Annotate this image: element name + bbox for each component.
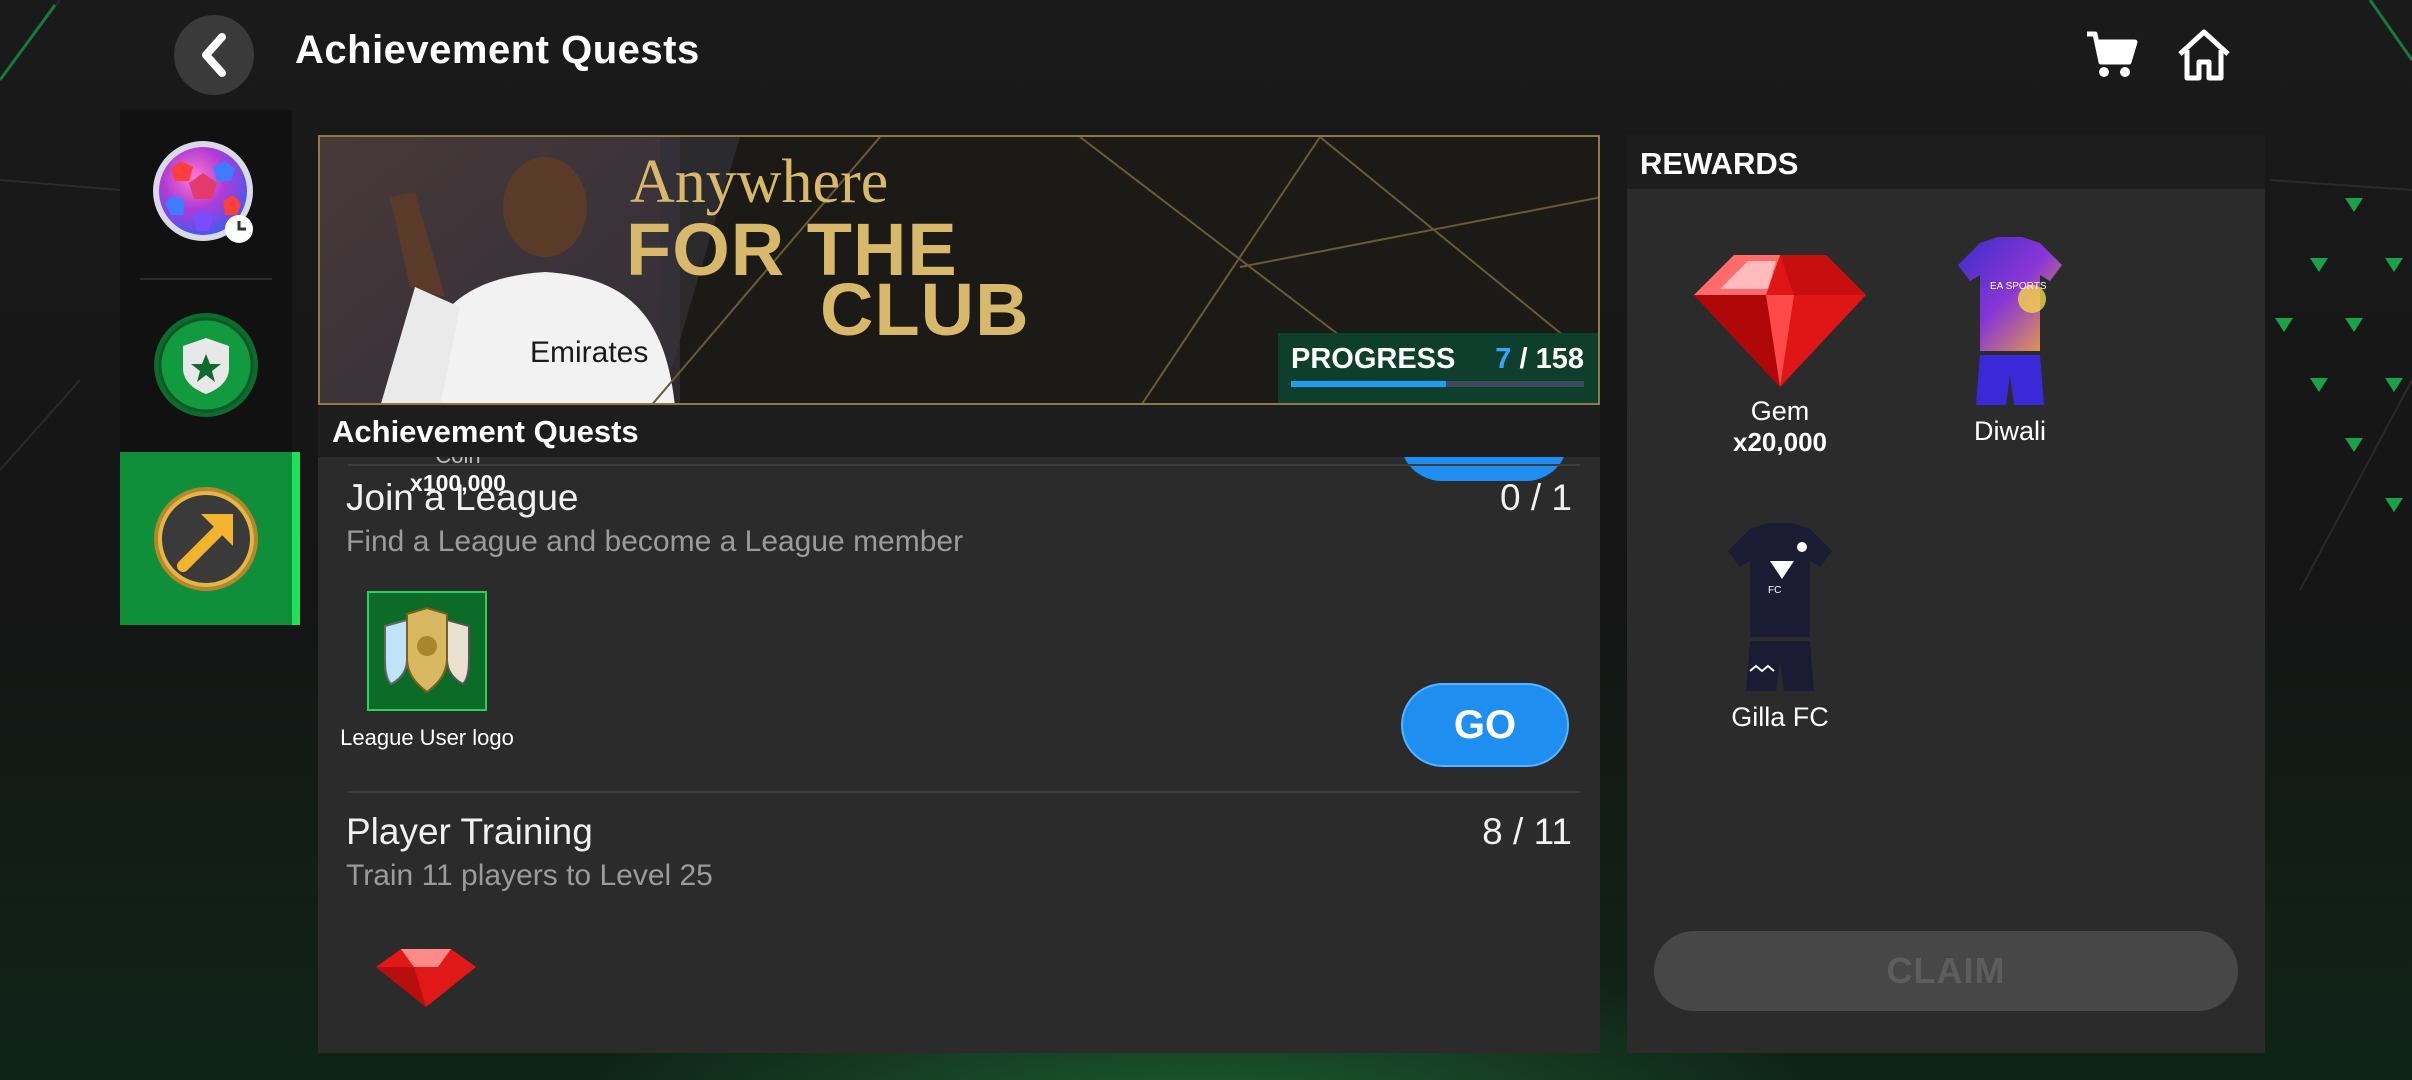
sidebar-active-indicator <box>292 452 300 625</box>
svg-text:EA SPORTS: EA SPORTS <box>1990 281 2047 292</box>
row-divider <box>348 791 1580 793</box>
decor-triangle <box>2345 438 2363 452</box>
gilla-fc-kit-icon: FC <box>1728 523 1832 691</box>
decor-triangle <box>2385 258 2403 272</box>
quest-title: Join a League <box>346 477 579 518</box>
rewards-title: REWARDS <box>1640 146 1799 181</box>
diwali-kit-icon: EA SPORTS <box>1958 237 2062 405</box>
rewards-panel: REWARDS Gem x20,000 EA SPORTS Diwali FC … <box>1627 135 2265 1053</box>
decor-triangle <box>2275 318 2293 332</box>
banner-line-3: CLUB <box>820 268 1030 351</box>
chevron-left-icon <box>202 33 226 77</box>
reward-item-diwali[interactable]: EA SPORTS Diwali <box>1900 235 2120 447</box>
section-title: Achievement Quests <box>332 414 639 449</box>
go-button[interactable]: GO <box>1401 683 1569 767</box>
arrow-up-right-icon <box>154 486 258 591</box>
sidebar-item-club[interactable] <box>120 280 292 450</box>
quest-title: Player Training <box>346 811 593 852</box>
claim-button[interactable]: CLAIM <box>1654 931 2238 1011</box>
reward-quantity: x20,000 <box>1733 427 1827 457</box>
progress-value: 7 / 158 <box>1495 343 1584 376</box>
progress-box: PROGRESS 7 / 158 <box>1278 333 1598 403</box>
quest-count: 0 / 1 <box>1500 477 1572 518</box>
decor-triangle <box>2310 378 2328 392</box>
clock-icon <box>225 215 253 243</box>
shield-crest-icon <box>384 606 470 694</box>
quest-count: 8 / 11 <box>1482 811 1572 852</box>
back-button[interactable] <box>174 15 254 95</box>
sidebar-item-events[interactable] <box>120 110 292 278</box>
progress-label: PROGRESS <box>1291 343 1456 375</box>
section-header: Achievement Quests <box>318 405 1600 457</box>
reward-name: Diwali <box>1973 416 2046 446</box>
home-icon[interactable] <box>2176 26 2232 82</box>
decor-triangle <box>2345 318 2363 332</box>
prev-reward-name: Coin <box>398 457 518 469</box>
row-divider <box>348 464 1580 466</box>
progress-total: / 158 <box>1519 343 1585 375</box>
quest-list[interactable]: Coin x100,000 Join a League Find a Leagu… <box>318 457 1600 1053</box>
decor-triangle <box>2345 198 2363 212</box>
sidebar <box>120 110 300 625</box>
svg-text:Emirates: Emirates <box>530 336 648 369</box>
reward-name: Gem <box>1750 396 1810 426</box>
reward-item-gilla-fc[interactable]: FC Gilla FC <box>1670 521 1890 733</box>
quest-panel: Emirates Anywhere FOR THE CLUB PROGRESS … <box>318 135 1600 1053</box>
decor-triangle <box>2385 498 2403 512</box>
progress-current: 7 <box>1495 343 1512 375</box>
colorful-ball-icon <box>153 141 253 243</box>
decor-triangle <box>2385 378 2403 392</box>
red-gem-icon <box>1694 255 1866 387</box>
cart-icon[interactable] <box>2083 26 2139 82</box>
reward-name: Gilla FC <box>1731 702 1829 732</box>
sidebar-item-achievements[interactable] <box>120 452 300 625</box>
reward-league-logo <box>367 591 487 711</box>
reward-item-gem[interactable]: Gem x20,000 <box>1670 251 1890 458</box>
decor-triangle <box>2310 258 2328 272</box>
shield-star-icon <box>154 313 258 417</box>
reward-caption: League User logo <box>340 725 514 750</box>
progress-bar <box>1291 381 1584 387</box>
page-title: Achievement Quests <box>295 28 700 72</box>
rewards-header: REWARDS <box>1627 135 2265 189</box>
quest-description: Train 11 players to Level 25 <box>346 859 713 892</box>
quest-description: Find a League and become a League member <box>346 525 964 558</box>
progress-bar-fill <box>1291 381 1446 387</box>
red-gem-icon <box>376 949 476 1007</box>
banner: Emirates Anywhere FOR THE CLUB PROGRESS … <box>318 135 1600 405</box>
svg-text:FC: FC <box>1768 585 1781 596</box>
